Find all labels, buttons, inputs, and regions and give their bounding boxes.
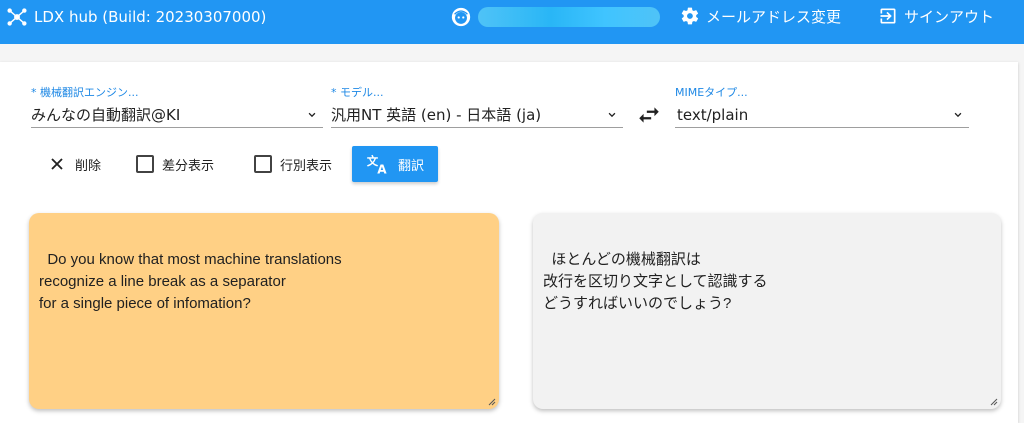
- line-label: 行別表示: [280, 158, 333, 174]
- email-change-label: メールアドレス変更: [706, 7, 842, 26]
- model-value: 汎用NT 英語 (en) - 日本語 (ja): [331, 106, 542, 124]
- gear-icon: [681, 7, 699, 25]
- translate-icon: 文 A: [367, 154, 387, 175]
- delete-label: 削除: [75, 158, 102, 174]
- engine-value: みんなの自動翻訳@KI: [31, 106, 181, 124]
- mime-select[interactable]: text/plain: [675, 102, 969, 128]
- model-select[interactable]: 汎用NT 英語 (en) - 日本語 (ja): [331, 102, 623, 128]
- hub-icon: [7, 8, 27, 26]
- diff-checkbox[interactable]: [136, 155, 154, 173]
- email-change-button[interactable]: メールアドレス変更: [680, 5, 841, 27]
- resize-handle-icon[interactable]: [488, 398, 496, 406]
- svg-text:A: A: [377, 163, 387, 175]
- engine-select[interactable]: みんなの自動翻訳@KI: [31, 102, 323, 128]
- line-toggle[interactable]: 行別表示: [254, 146, 332, 182]
- app-bar: LDX hub (Build: 20230307000) メールアドレス変更 サ…: [0, 0, 1024, 44]
- source-textarea[interactable]: Do you know that most machine translatio…: [29, 213, 499, 409]
- target-textarea[interactable]: ほとんどの機械翻訳は 改行を区切り文字として認識する どうすればいいのでしょう?: [533, 213, 1001, 409]
- target-text: ほとんどの機械翻訳は 改行を区切り文字として認識する どうすればいいのでしょう?: [543, 251, 768, 312]
- swap-icon[interactable]: [636, 102, 662, 128]
- model-label: * モデル...: [331, 86, 384, 99]
- translate-button[interactable]: 文 A 翻訳: [352, 146, 438, 182]
- chevron-down-icon: [608, 112, 616, 117]
- translate-label: 翻訳: [397, 158, 424, 174]
- chevron-down-icon: [308, 112, 316, 117]
- sign-out-button[interactable]: サインアウト: [878, 5, 994, 27]
- app-title: LDX hub (Build: 20230307000): [34, 8, 267, 26]
- brand[interactable]: LDX hub (Build: 20230307000): [6, 6, 266, 28]
- diff-label: 差分表示: [162, 158, 215, 174]
- diff-toggle[interactable]: 差分表示: [136, 146, 214, 182]
- close-icon: [51, 158, 63, 170]
- mime-value: text/plain: [677, 105, 749, 124]
- user-face-icon: [451, 7, 471, 27]
- mime-label: MIMEタイプ...: [675, 86, 748, 99]
- user-name-redacted: [478, 7, 660, 27]
- user-account[interactable]: [450, 5, 660, 29]
- logout-icon: [880, 8, 896, 24]
- chevron-down-icon: [954, 112, 962, 117]
- delete-button[interactable]: 削除: [47, 146, 101, 182]
- source-text: Do you know that most machine translatio…: [39, 251, 342, 312]
- resize-handle-icon[interactable]: [990, 398, 998, 406]
- line-checkbox[interactable]: [254, 155, 272, 173]
- sign-out-label: サインアウト: [904, 7, 995, 26]
- engine-label: * 機械翻訳エンジン...: [31, 86, 139, 99]
